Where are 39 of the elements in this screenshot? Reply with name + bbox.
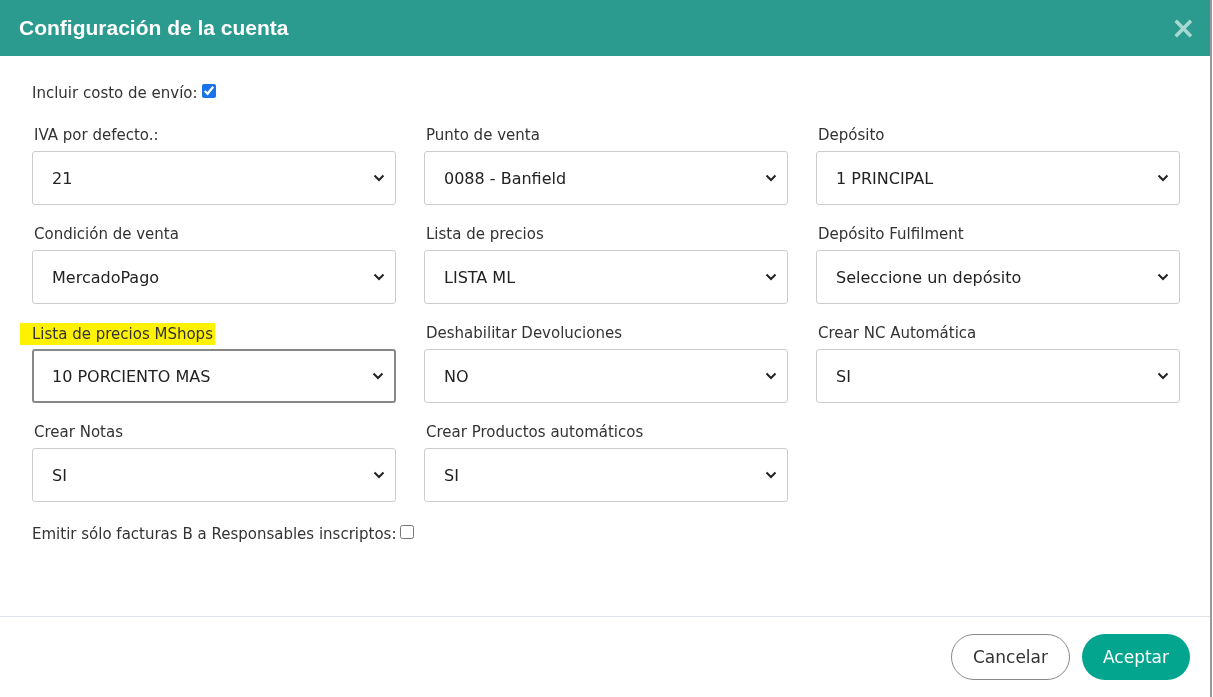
select-field[interactable]: 1 PRINCIPAL (816, 151, 1180, 205)
field-label: Depósito Fulfilment (817, 224, 965, 245)
chevron-icon (372, 372, 384, 380)
select-field[interactable]: 0088 - Banfield (424, 151, 788, 205)
chevron-icon (373, 471, 385, 479)
select-field[interactable]: 10 PORCIENTO MAS (32, 349, 396, 403)
field-label: Deshabilitar Devoluciones (425, 323, 623, 344)
select-field[interactable]: NO (424, 349, 788, 403)
chevron-icon (1157, 174, 1169, 182)
chevron-icon (1157, 273, 1169, 281)
field-label: Condición de venta (33, 224, 180, 245)
select-field[interactable]: MercadoPago (32, 250, 396, 304)
field-label: Punto de venta (425, 125, 541, 146)
dialog-title: Configuración de la cuenta (19, 16, 289, 40)
checkbox-label: Incluir costo de envío: (32, 84, 198, 102)
field-label: Crear NC Automática (817, 323, 978, 344)
chevron-icon (1157, 372, 1169, 380)
chevron-icon (373, 174, 385, 182)
field-label: Depósito (817, 125, 886, 146)
field-label: Crear Productos automáticos (425, 422, 645, 443)
field-label: Lista de precios (425, 224, 545, 245)
chevron-icon (765, 471, 777, 479)
select-field[interactable]: Seleccione un depósito (816, 250, 1180, 304)
select-field[interactable]: LISTA ML (424, 250, 788, 304)
select-field[interactable]: SI (816, 349, 1180, 403)
chevron-icon (765, 273, 777, 281)
field-label: Crear Notas (33, 422, 124, 443)
checkbox[interactable] (201, 84, 216, 98)
chevron-icon (373, 273, 385, 281)
chevron-icon (765, 174, 777, 182)
field-label: Lista de precios MShops (20, 323, 215, 345)
select-field[interactable]: 21 (32, 151, 396, 205)
select-field[interactable]: SI (424, 448, 788, 502)
cancel-button[interactable]: Cancelar (951, 634, 1070, 680)
field-label: IVA por defecto.: (33, 125, 160, 146)
checkbox-label: Emitir sólo facturas B a Responsables inscriptos: (32, 525, 397, 543)
select-field[interactable]: SI (32, 448, 396, 502)
checkbox[interactable] (400, 525, 415, 539)
chevron-icon (765, 372, 777, 380)
